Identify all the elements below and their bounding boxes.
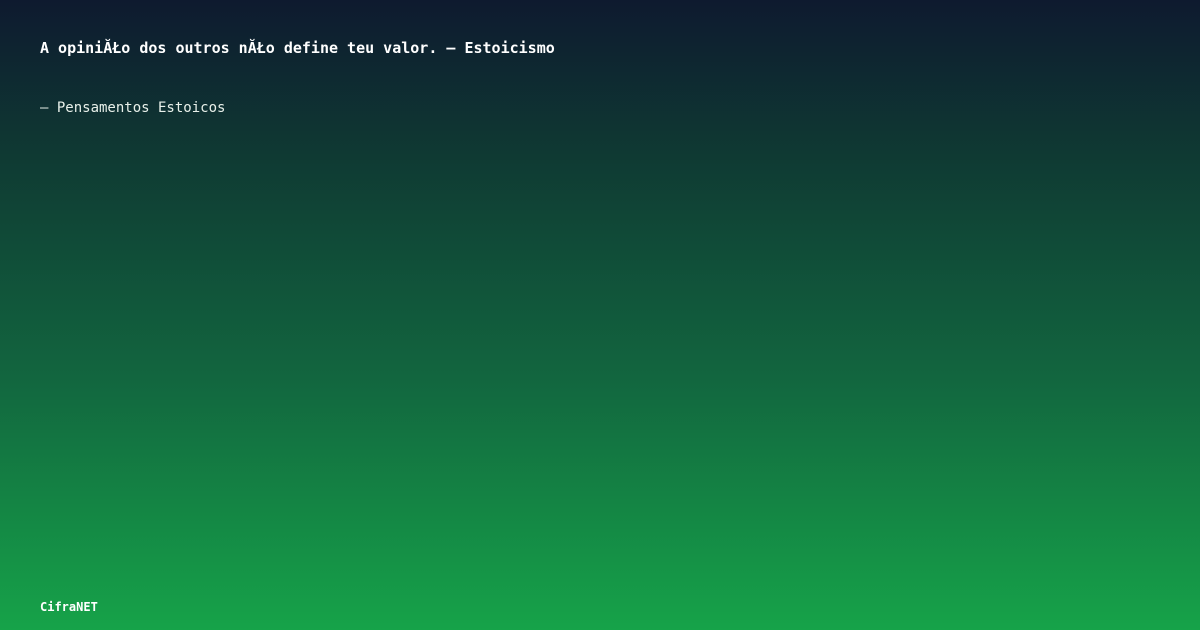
share-card: A opiniĂŁo dos outros nĂŁo define teu va… xyxy=(0,0,1200,630)
brand-logo-text: CifraNET xyxy=(40,600,98,614)
quote-text: A opiniĂŁo dos outros nĂŁo define teu va… xyxy=(40,39,555,57)
quote-source: – Pensamentos Estoicos xyxy=(40,100,226,116)
